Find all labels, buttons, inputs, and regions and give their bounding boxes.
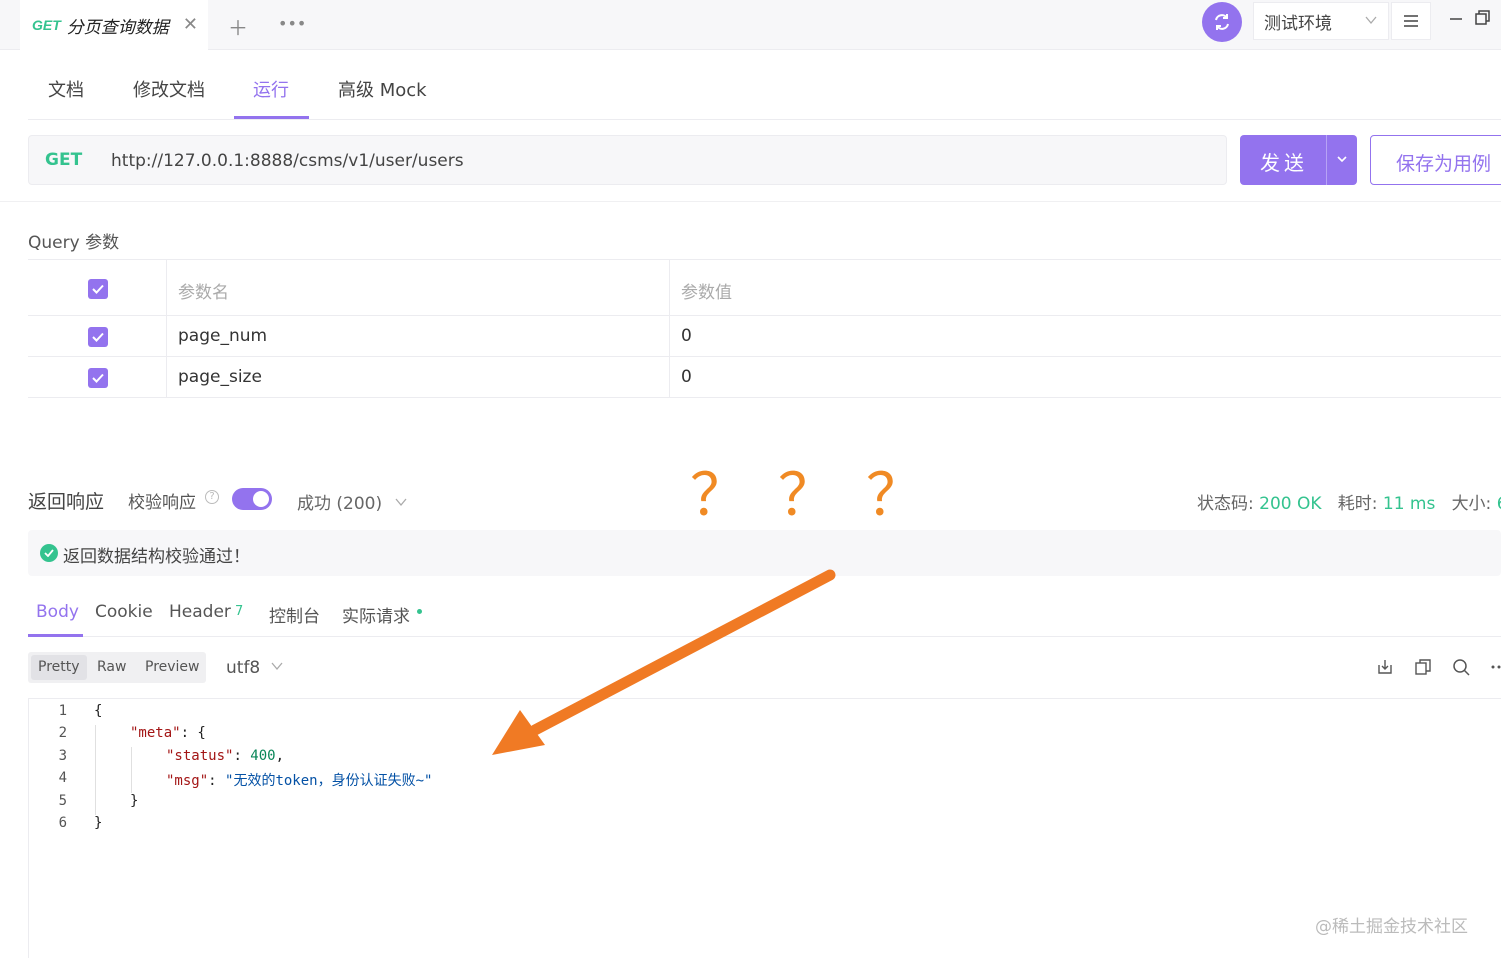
- code-line-3: "status": 400,: [166, 748, 285, 764]
- line-number: 4: [58, 770, 67, 786]
- tab-docs[interactable]: 文档: [48, 76, 84, 102]
- tab-method: GET: [32, 17, 61, 33]
- size-label: 大小:: [1451, 494, 1492, 514]
- status-dot: [417, 609, 422, 614]
- time-label: 耗时:: [1337, 494, 1378, 514]
- validate-response-label: 校验响应: [128, 493, 196, 513]
- send-label: 发送: [1260, 151, 1308, 175]
- header-count-badge: 7: [235, 604, 244, 619]
- line-number: 3: [58, 748, 67, 764]
- size-value: 68: [1497, 494, 1501, 514]
- code-line-2: "meta": {: [130, 725, 206, 741]
- validation-message: 返回数据结构校验通过！: [63, 547, 250, 567]
- encoding-select[interactable]: utf8: [226, 658, 284, 678]
- code-line-4: "msg": "无效的token，身份认证失败~": [166, 773, 433, 789]
- param-value[interactable]: 0: [681, 367, 692, 387]
- validate-toggle[interactable]: [232, 488, 272, 510]
- code-line-6: }: [94, 815, 103, 831]
- environment-select[interactable]: 测试环境: [1253, 2, 1389, 40]
- table-header-row: 参数名 参数值: [28, 260, 1501, 316]
- select-all-checkbox[interactable]: [88, 279, 108, 299]
- watermark: @稀土掘金技术社区: [1315, 917, 1468, 937]
- header-param-value: 参数值: [681, 283, 732, 303]
- save-as-case-button[interactable]: 保存为用例: [1370, 135, 1501, 185]
- format-raw[interactable]: Raw: [97, 659, 126, 675]
- sync-icon[interactable]: [1202, 2, 1242, 42]
- tab-run[interactable]: 运行: [253, 76, 289, 102]
- tab-console[interactable]: 控制台: [269, 602, 320, 627]
- active-tab-underline: [234, 116, 309, 119]
- environment-name: 测试环境: [1264, 13, 1332, 34]
- param-name[interactable]: page_size: [178, 367, 262, 387]
- response-title: 返回响应: [28, 491, 105, 513]
- tab-body[interactable]: Body: [36, 602, 79, 622]
- encoding-value: utf8: [226, 658, 261, 678]
- line-number: 6: [58, 815, 67, 831]
- query-params-table: 参数名 参数值 page_num 0 page_size 0: [28, 259, 1501, 398]
- indent-guide: [95, 725, 96, 815]
- request-method[interactable]: GET: [45, 150, 82, 170]
- response-stats: 状态码: 200 OK 耗时: 11 ms 大小: 68: [1197, 489, 1501, 514]
- more-icon[interactable]: [1490, 658, 1501, 676]
- status-value: 200 OK: [1259, 494, 1322, 514]
- chevron-down-icon: [395, 498, 407, 507]
- format-pretty[interactable]: Pretty: [38, 659, 80, 675]
- add-tab-icon[interactable]: ＋: [228, 12, 248, 41]
- code-line-5: }: [130, 793, 139, 809]
- validation-banner: 返回数据结构校验通过！: [28, 530, 1501, 576]
- window-controls[interactable]: [1448, 10, 1492, 30]
- more-tabs-icon[interactable]: •••: [278, 14, 306, 33]
- search-icon[interactable]: [1452, 658, 1470, 676]
- url-bar[interactable]: GET http://127.0.0.1:8888/csms/v1/user/u…: [28, 135, 1227, 185]
- tab-title: 分页查询数据: [66, 17, 169, 38]
- indent-guide: [131, 747, 132, 793]
- tab-header[interactable]: Header: [169, 602, 231, 622]
- status-label: 状态码:: [1197, 494, 1254, 514]
- table-row: page_size 0: [28, 357, 1501, 398]
- expected-response-value: 成功 (200): [297, 494, 383, 514]
- menu-icon[interactable]: [1391, 2, 1431, 40]
- tab-actual-request[interactable]: 实际请求: [342, 602, 410, 627]
- check-circle-icon: [40, 544, 58, 562]
- chevron-down-icon: [1364, 12, 1378, 32]
- subtab-bar: 文档 修改文档 运行 高级 Mock: [28, 50, 1501, 120]
- annotation-question-marks: ？？？: [690, 461, 955, 529]
- expected-response-select[interactable]: 成功 (200): [297, 489, 408, 514]
- send-button[interactable]: 发送: [1240, 135, 1357, 185]
- line-number: 2: [58, 725, 67, 741]
- format-segment: Pretty Raw Preview: [28, 652, 206, 683]
- send-divider: [1326, 135, 1327, 185]
- app-window: GET 分页查询数据 ✕ ＋ ••• 测试环境 文档 修改文档 运行 高级 Mo…: [0, 0, 1501, 958]
- tab-advanced-mock[interactable]: 高级 Mock: [338, 76, 427, 102]
- download-icon[interactable]: [1376, 658, 1394, 676]
- response-tabs: Body Cookie Header 7 控制台 实际请求: [28, 590, 1501, 637]
- query-params-title: Query 参数: [28, 233, 120, 253]
- divider: [0, 201, 1501, 202]
- line-number: 5: [58, 793, 67, 809]
- toggle-knob: [253, 491, 269, 507]
- time-value: 11 ms: [1382, 494, 1436, 514]
- url-input[interactable]: http://127.0.0.1:8888/csms/v1/user/users: [111, 151, 464, 171]
- top-bar: GET 分页查询数据 ✕ ＋ ••• 测试环境: [0, 0, 1501, 50]
- param-name[interactable]: page_num: [178, 326, 267, 346]
- code-line-1: {: [94, 703, 103, 719]
- row-checkbox[interactable]: [88, 368, 108, 388]
- send-options-chevron-icon[interactable]: [1334, 151, 1350, 167]
- line-number: 1: [58, 703, 67, 719]
- help-icon[interactable]: ?: [205, 490, 219, 504]
- table-row: page_num 0: [28, 316, 1501, 357]
- copy-icon[interactable]: [1414, 658, 1432, 676]
- chevron-down-icon: [271, 662, 283, 671]
- format-preview[interactable]: Preview: [145, 659, 200, 675]
- tab-cookie[interactable]: Cookie: [95, 602, 153, 622]
- header-param-name: 参数名: [178, 283, 229, 303]
- active-tab-underline: [28, 634, 83, 637]
- close-tab-icon[interactable]: ✕: [183, 14, 198, 35]
- tab-edit-docs[interactable]: 修改文档: [133, 76, 205, 102]
- response-body-editor[interactable]: 1 2 3 4 5 6 { "meta": { "status": 400, "…: [28, 698, 1501, 958]
- row-checkbox[interactable]: [88, 327, 108, 347]
- request-tab[interactable]: GET 分页查询数据 ✕: [20, 0, 208, 50]
- param-value[interactable]: 0: [681, 326, 692, 346]
